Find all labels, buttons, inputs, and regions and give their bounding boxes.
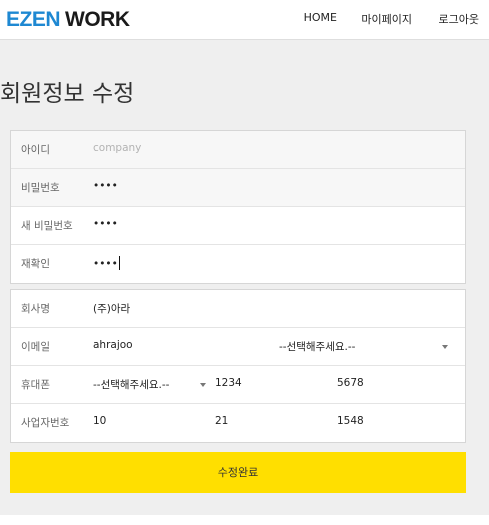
- confirm-password-label: 재확인: [21, 258, 50, 270]
- password-input[interactable]: ••••: [93, 180, 118, 192]
- phone-prefix-select[interactable]: --선택해주세요.--: [93, 377, 169, 392]
- email-local-input[interactable]: ahrajoo: [93, 339, 133, 351]
- company-name-label: 회사명: [21, 303, 50, 315]
- company-name-input[interactable]: (주)아라: [93, 301, 130, 316]
- chevron-down-icon: [200, 383, 206, 387]
- logo[interactable]: EZEN WORK: [6, 6, 130, 34]
- email-domain-select[interactable]: --선택해주세요.--: [279, 339, 355, 354]
- confirm-password-value: ••••: [93, 258, 118, 270]
- phone-label: 휴대폰: [21, 379, 50, 391]
- id-input[interactable]: company: [93, 142, 141, 154]
- email-label: 이메일: [21, 341, 50, 353]
- footer-strip: [0, 515, 489, 525]
- new-password-row: 새 비밀번호 ••••: [11, 207, 465, 245]
- top-header: EZEN WORK HOME 마이페이지 로그아웃: [0, 0, 489, 40]
- password-row: 비밀번호 ••••: [11, 169, 465, 207]
- id-label: 아이디: [21, 144, 50, 156]
- logo-text-ezen: EZEN: [6, 8, 61, 31]
- business-number-part2-input[interactable]: 21: [215, 415, 228, 427]
- password-label: 비밀번호: [21, 182, 60, 194]
- page-title: 회원정보 수정: [0, 81, 135, 107]
- confirm-password-row: 재확인 ••••: [11, 245, 465, 283]
- business-number-part1-input[interactable]: 10: [93, 415, 106, 427]
- phone-last-input[interactable]: 5678: [337, 377, 364, 389]
- email-row: 이메일 ahrajoo --선택해주세요.--: [11, 328, 465, 366]
- new-password-label: 새 비밀번호: [21, 220, 73, 232]
- submit-button[interactable]: 수정완료: [10, 452, 466, 493]
- confirm-password-input[interactable]: ••••: [93, 256, 120, 270]
- phone-row: 휴대폰 --선택해주세요.-- 1234 5678: [11, 366, 465, 404]
- new-password-input[interactable]: ••••: [93, 218, 118, 230]
- logo-text-work: WORK: [65, 8, 130, 31]
- text-cursor: [118, 256, 120, 270]
- company-name-row: 회사명 (주)아라: [11, 290, 465, 328]
- id-row: 아이디 company: [11, 131, 465, 169]
- company-form-group: 회사명 (주)아라 이메일 ahrajoo --선택해주세요.-- 휴대폰 --…: [10, 289, 466, 443]
- nav-mypage-link[interactable]: 마이페이지: [361, 11, 412, 27]
- chevron-down-icon: [442, 345, 448, 349]
- business-number-label: 사업자번호: [21, 417, 70, 429]
- account-form-group: 아이디 company 비밀번호 •••• 새 비밀번호 •••• 재확인 ••…: [10, 130, 466, 284]
- business-number-part3-input[interactable]: 1548: [337, 415, 364, 427]
- phone-middle-input[interactable]: 1234: [215, 377, 242, 389]
- nav-logout-link[interactable]: 로그아웃: [439, 11, 479, 27]
- business-number-row: 사업자번호 10 21 1548: [11, 404, 465, 442]
- nav-home-link[interactable]: HOME: [304, 11, 337, 24]
